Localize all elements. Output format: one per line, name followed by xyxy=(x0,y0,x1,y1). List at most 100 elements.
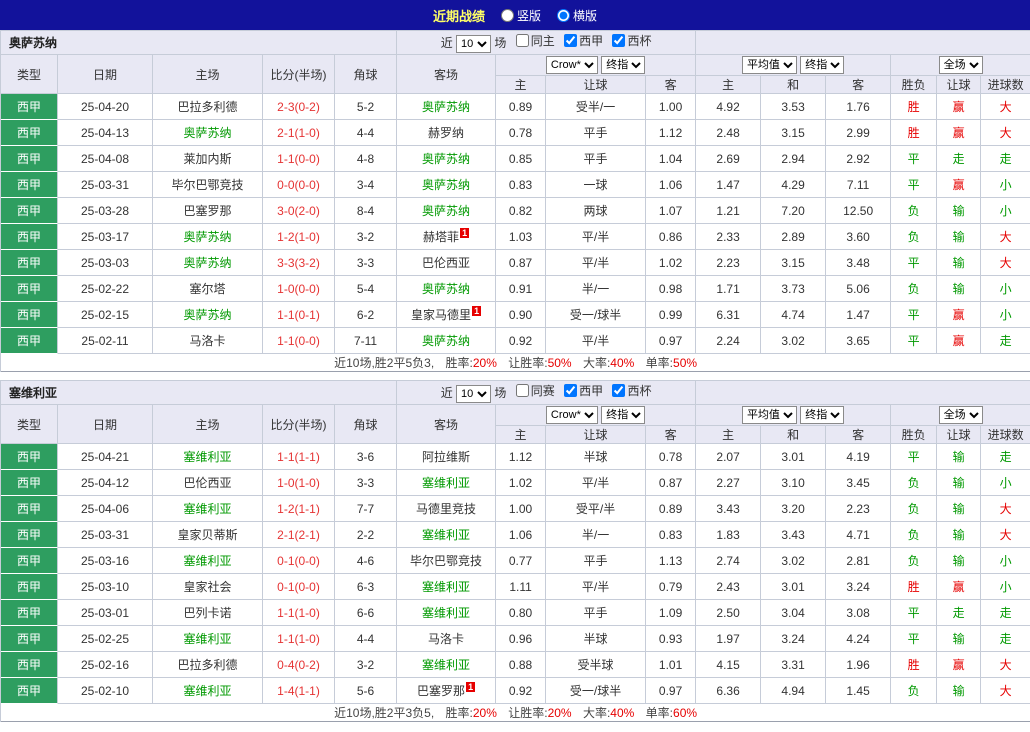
euro-odds-time-select[interactable]: 终指 xyxy=(800,406,844,424)
score-link[interactable]: 1-1(1-0) xyxy=(263,626,335,652)
result-scope-select[interactable]: 全场 xyxy=(939,56,983,74)
horizontal-layout-radio[interactable] xyxy=(557,9,570,22)
asian-odds-source-select[interactable]: Crow* xyxy=(546,56,598,74)
euro-away-odds-cell: 3.65 xyxy=(826,328,891,354)
asian-handicap-cell: 平手 xyxy=(546,600,646,626)
away-team-cell: 巴伦西亚 xyxy=(397,250,496,276)
asian-home-odds-cell: 1.03 xyxy=(496,224,546,250)
games-count-select[interactable]: 10 xyxy=(456,385,491,403)
euro-away-odds-cell: 4.19 xyxy=(826,444,891,470)
result-scope-controls: 全场 xyxy=(891,405,1030,426)
euro-away-odds-cell: 3.08 xyxy=(826,600,891,626)
score-link[interactable]: 2-1(2-1) xyxy=(263,522,335,548)
result-scope-select[interactable]: 全场 xyxy=(939,406,983,424)
asian-handicap-cell: 半球 xyxy=(546,626,646,652)
score-link[interactable]: 1-1(1-1) xyxy=(263,444,335,470)
col-euro-draw: 和 xyxy=(761,76,826,94)
asian-home-odds-cell: 1.12 xyxy=(496,444,546,470)
asian-handicap-cell: 平/半 xyxy=(546,328,646,354)
filter-laliga-checkbox[interactable]: 西甲 xyxy=(558,32,603,49)
handicap-win-rate-stat: 让胜率:50% xyxy=(508,356,571,370)
win-rate-stat: 胜率:20% xyxy=(446,706,497,720)
home-team-cell: 塞维利亚 xyxy=(153,548,263,574)
home-team-cell: 马洛卡 xyxy=(153,328,263,354)
result-handicap-cell: 赢 xyxy=(937,172,981,198)
corner-score-cell: 3-2 xyxy=(335,224,397,250)
score-link[interactable]: 0-1(0-0) xyxy=(263,548,335,574)
score-link[interactable]: 2-3(0-2) xyxy=(263,94,335,120)
asian-odds-time-select[interactable]: 终指 xyxy=(601,406,645,424)
col-euro-home: 主 xyxy=(696,76,761,94)
layout-option-vertical[interactable]: 竖版 xyxy=(501,7,541,24)
away-team-cell: 塞维利亚 xyxy=(397,600,496,626)
euro-odds-source-select[interactable]: 平均值 xyxy=(742,56,797,74)
score-link[interactable]: 1-1(1-0) xyxy=(263,600,335,626)
score-link[interactable]: 1-0(0-0) xyxy=(263,276,335,302)
col-result-outcome: 胜负 xyxy=(891,426,937,444)
same-checkbox-input[interactable] xyxy=(516,34,529,47)
col-home: 主场 xyxy=(153,405,263,444)
score-link[interactable]: 1-4(1-1) xyxy=(263,678,335,704)
laliga-checkbox-input[interactable] xyxy=(564,34,577,47)
away-team-cell: 塞维利亚 xyxy=(397,574,496,600)
euro-home-odds-cell: 2.07 xyxy=(696,444,761,470)
filter-laliga-checkbox[interactable]: 西甲 xyxy=(558,382,603,399)
filter-same-checkbox[interactable]: 同赛 xyxy=(510,382,555,399)
asian-handicap-cell: 半/一 xyxy=(546,522,646,548)
recent-results-table-sevilla: 塞维利亚 近 10 场 同赛 西甲 西杯 类型 日期 主场 比分(半场) 角球 … xyxy=(0,380,1030,722)
score-link[interactable]: 1-0(1-0) xyxy=(263,470,335,496)
asian-odds-source-select[interactable]: Crow* xyxy=(546,406,598,424)
score-link[interactable]: 1-1(0-1) xyxy=(263,302,335,328)
layout-option-horizontal[interactable]: 横版 xyxy=(557,7,597,24)
result-outcome-cell: 胜 xyxy=(891,574,937,600)
corner-score-cell: 4-6 xyxy=(335,548,397,574)
euro-odds-source-select[interactable]: 平均值 xyxy=(742,406,797,424)
score-link[interactable]: 0-4(0-2) xyxy=(263,652,335,678)
score-link[interactable]: 0-1(0-0) xyxy=(263,574,335,600)
filter-copa-checkbox[interactable]: 西杯 xyxy=(606,32,651,49)
score-link[interactable]: 1-1(0-0) xyxy=(263,146,335,172)
home-team-cell: 塞维利亚 xyxy=(153,678,263,704)
corner-score-cell: 4-8 xyxy=(335,146,397,172)
laliga-checkbox-input[interactable] xyxy=(564,384,577,397)
asian-home-odds-cell: 0.90 xyxy=(496,302,546,328)
euro-home-odds-cell: 2.43 xyxy=(696,574,761,600)
result-goals-cell: 走 xyxy=(981,444,1030,470)
score-link[interactable]: 1-2(1-1) xyxy=(263,496,335,522)
result-outcome-cell: 平 xyxy=(891,328,937,354)
league-badge-cell: 西甲 xyxy=(1,626,58,652)
asian-away-odds-cell: 0.86 xyxy=(646,224,696,250)
col-euro-home: 主 xyxy=(696,426,761,444)
games-count-select[interactable]: 10 xyxy=(456,35,491,53)
filter-copa-checkbox[interactable]: 西杯 xyxy=(606,382,651,399)
score-link[interactable]: 2-1(1-0) xyxy=(263,120,335,146)
score-link[interactable]: 0-0(0-0) xyxy=(263,172,335,198)
asian-handicap-cell: 半球 xyxy=(546,444,646,470)
games-suffix-label: 场 xyxy=(494,36,506,50)
score-link[interactable]: 1-2(1-0) xyxy=(263,224,335,250)
asian-away-odds-cell: 0.78 xyxy=(646,444,696,470)
asian-home-odds-cell: 0.88 xyxy=(496,652,546,678)
score-link[interactable]: 3-0(2-0) xyxy=(263,198,335,224)
home-team-cell: 塞维利亚 xyxy=(153,496,263,522)
match-row: 西甲25-03-10皇家社会0-1(0-0)6-3塞维利亚1.11平/半0.79… xyxy=(1,574,1030,600)
vertical-layout-radio[interactable] xyxy=(501,9,514,22)
copa-checkbox-input[interactable] xyxy=(612,384,625,397)
asian-handicap-cell: 受半球 xyxy=(546,652,646,678)
same-checkbox-input[interactable] xyxy=(516,384,529,397)
score-link[interactable]: 1-1(0-0) xyxy=(263,328,335,354)
asian-odds-controls: Crow* 终指 xyxy=(496,405,696,426)
score-link[interactable]: 3-3(3-2) xyxy=(263,250,335,276)
asian-odds-time-select[interactable]: 终指 xyxy=(601,56,645,74)
euro-away-odds-cell: 1.45 xyxy=(826,678,891,704)
euro-draw-odds-cell: 3.10 xyxy=(761,470,826,496)
match-row: 西甲25-02-10塞维利亚1-4(1-1)5-6巴塞罗那10.92受一/球半0… xyxy=(1,678,1030,704)
league-badge-cell: 西甲 xyxy=(1,522,58,548)
euro-odds-time-select[interactable]: 终指 xyxy=(800,56,844,74)
copa-checkbox-input[interactable] xyxy=(612,34,625,47)
filter-same-checkbox[interactable]: 同主 xyxy=(510,32,555,49)
away-team-cell: 皇家马德里1 xyxy=(397,302,496,328)
match-row: 西甲25-03-17奥萨苏纳1-2(1-0)3-2赫塔菲11.03平/半0.86… xyxy=(1,224,1030,250)
summary-prefix: 近10场,胜2平3负5, xyxy=(334,706,434,720)
league-badge-cell: 西甲 xyxy=(1,120,58,146)
